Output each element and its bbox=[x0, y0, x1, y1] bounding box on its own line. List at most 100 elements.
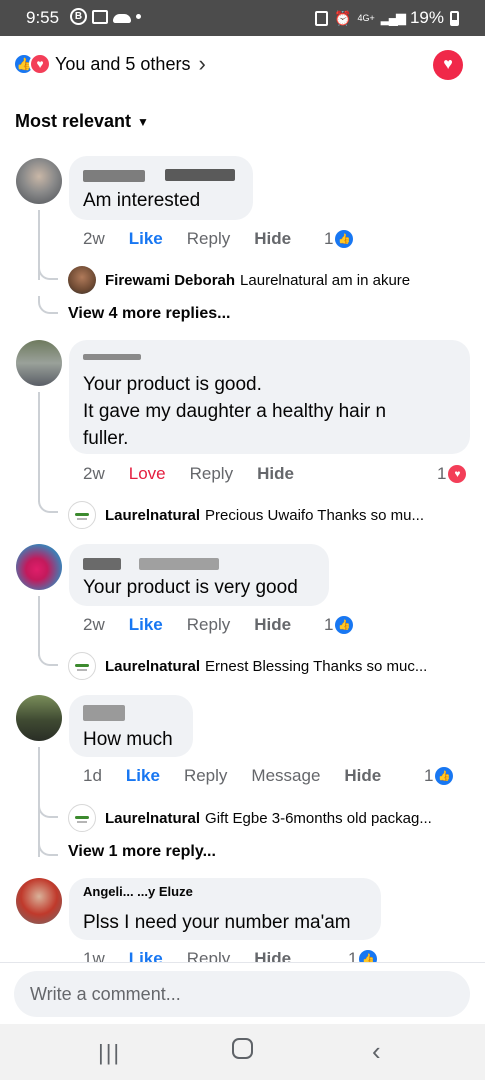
comment-text: How much bbox=[83, 729, 173, 750]
reply-avatar bbox=[68, 266, 96, 294]
comment-time: 1d bbox=[83, 766, 102, 785]
comment-time: 2w bbox=[83, 615, 105, 634]
battery-icon bbox=[450, 10, 459, 26]
reaction-count[interactable]: 1 👍 bbox=[424, 766, 454, 786]
reply-author: Laurelnatural bbox=[105, 657, 201, 675]
reaction-count[interactable]: 1 👍 bbox=[324, 229, 354, 249]
thread-line bbox=[38, 392, 40, 502]
comment-bubble: Angeli... ...y Eluze Plss I need your nu… bbox=[69, 878, 381, 940]
reply-author: Firewami Deborah bbox=[105, 271, 236, 289]
thread-connector bbox=[38, 296, 58, 314]
recent-apps-icon[interactable]: ||| bbox=[98, 1040, 121, 1066]
reply-preview[interactable]: Laurelnatural Precious Uwaifo Thanks so … bbox=[68, 501, 424, 529]
comment-actions: 2w Love Reply Hide bbox=[83, 464, 318, 484]
thread-connector bbox=[38, 648, 58, 666]
reactions-summary-text: You and 5 others bbox=[55, 53, 191, 74]
commenter-name-redacted[interactable] bbox=[83, 354, 141, 360]
thread-connector bbox=[38, 495, 58, 513]
comment-text: Your product is very good bbox=[83, 577, 298, 598]
reply-preview[interactable]: Firewami Deborah Laurelnatural am in aku… bbox=[68, 266, 410, 294]
avatar[interactable] bbox=[16, 158, 62, 204]
commenter-name-redacted bbox=[139, 558, 219, 570]
hide-button[interactable]: Hide bbox=[344, 766, 381, 786]
reply-text: Precious Uwaifo Thanks so mu... bbox=[205, 506, 425, 524]
thread-line bbox=[38, 596, 40, 656]
commenter-name-partial[interactable]: Angeli... ...y Eluze bbox=[83, 884, 193, 899]
chevron-right-icon: › bbox=[198, 51, 206, 76]
status-time: 9:55 bbox=[26, 8, 60, 27]
comment-actions: 2w Like Reply Hide bbox=[83, 615, 315, 635]
system-icons: ⏰ 4G+ ▂▄▆ 19% bbox=[315, 8, 459, 28]
comment-input[interactable]: Write a comment... bbox=[14, 971, 470, 1017]
reaction-count-number: 1 bbox=[424, 766, 434, 785]
chevron-down-icon: ▼ bbox=[137, 114, 149, 129]
laurelnatural-logo-avatar bbox=[68, 804, 96, 832]
reply-text: Gift Egbe 3-6months old packag... bbox=[205, 809, 432, 827]
reaction-count[interactable]: 1 ♥ bbox=[437, 464, 467, 484]
back-icon[interactable]: ‹ bbox=[372, 1036, 381, 1067]
reply-button[interactable]: Reply bbox=[184, 766, 227, 786]
comment-text: Plss I need your number ma'am bbox=[83, 912, 351, 933]
cloud-icon bbox=[113, 13, 131, 23]
reaction-count-number: 1 bbox=[324, 615, 334, 634]
comment-bubble: Your product is very good bbox=[69, 544, 329, 606]
network-type: 4G+ bbox=[357, 12, 375, 23]
gallery-notification-icon bbox=[92, 9, 108, 24]
thread-connector bbox=[38, 262, 58, 280]
status-bar: 9:55 B ⏰ 4G+ ▂▄▆ 19% bbox=[0, 0, 485, 36]
like-button[interactable]: Like bbox=[129, 229, 163, 249]
sort-dropdown[interactable]: Most relevant ▼ bbox=[15, 111, 149, 132]
system-navigation-bar: ||| ‹ bbox=[0, 1024, 485, 1080]
comment-actions: 2w Like Reply Hide bbox=[83, 229, 315, 249]
reply-author: Laurelnatural bbox=[105, 506, 201, 524]
love-reaction-icon: ♥ bbox=[29, 53, 51, 75]
sort-label: Most relevant bbox=[15, 111, 132, 131]
reaction-count-number: 1 bbox=[437, 464, 447, 483]
notification-icons: B bbox=[70, 8, 141, 25]
lock-icon bbox=[315, 10, 329, 26]
avatar[interactable] bbox=[16, 695, 62, 741]
comment-bubble: How much bbox=[69, 695, 193, 757]
battery-percent: 19% bbox=[409, 8, 444, 27]
reply-author: Laurelnatural bbox=[105, 809, 201, 827]
view-more-replies[interactable]: View 1 more reply... bbox=[68, 843, 216, 861]
comment-composer-bar: Write a comment... bbox=[0, 962, 485, 1024]
like-reaction-icon: 👍 bbox=[335, 230, 354, 248]
reply-text: Ernest Blessing Thanks so muc... bbox=[205, 657, 428, 675]
laurelnatural-logo-avatar bbox=[68, 652, 96, 680]
reply-preview[interactable]: Laurelnatural Gift Egbe 3-6months old pa… bbox=[68, 804, 432, 832]
reply-button[interactable]: Reply bbox=[190, 464, 233, 484]
avatar[interactable] bbox=[16, 878, 62, 924]
signal-icon: ▂▄▆ bbox=[380, 10, 406, 25]
avatar[interactable] bbox=[16, 544, 62, 590]
like-reaction-icon: 👍 bbox=[335, 616, 354, 634]
comment-time: 2w bbox=[83, 229, 105, 248]
comment-actions: 1d Like Reply Message Hide bbox=[83, 766, 405, 786]
like-button[interactable]: Like bbox=[126, 766, 160, 786]
hide-button[interactable]: Hide bbox=[254, 615, 291, 635]
reply-button[interactable]: Reply bbox=[187, 615, 230, 635]
hide-button[interactable]: Hide bbox=[257, 464, 294, 484]
comment-text: Am interested bbox=[83, 190, 201, 211]
love-button[interactable]: Love bbox=[129, 464, 166, 484]
commenter-name-redacted[interactable] bbox=[83, 170, 145, 182]
commenter-name-redacted[interactable] bbox=[83, 705, 125, 721]
comment-bubble: Your product is good. It gave my daughte… bbox=[69, 340, 470, 454]
reply-preview[interactable]: Laurelnatural Ernest Blessing Thanks so … bbox=[68, 652, 427, 680]
reply-button[interactable]: Reply bbox=[187, 229, 230, 249]
comment-bubble: Am interested bbox=[69, 156, 253, 220]
love-react-button[interactable]: ♥ bbox=[433, 50, 463, 80]
thread-connector bbox=[38, 800, 58, 818]
comment-text: Your product is good. It gave my daughte… bbox=[83, 374, 387, 449]
like-button[interactable]: Like bbox=[129, 615, 163, 635]
avatar[interactable] bbox=[16, 340, 62, 386]
reactions-summary[interactable]: 👍 ♥ You and 5 others › bbox=[13, 51, 206, 76]
reaction-count[interactable]: 1 👍 bbox=[324, 615, 354, 635]
more-notifications-dot-icon bbox=[136, 14, 141, 19]
commenter-name-redacted[interactable] bbox=[83, 558, 121, 570]
home-icon[interactable] bbox=[232, 1038, 253, 1059]
hide-button[interactable]: Hide bbox=[254, 229, 291, 249]
message-button[interactable]: Message bbox=[251, 766, 320, 786]
view-more-replies[interactable]: View 4 more replies... bbox=[68, 305, 230, 323]
commenter-name-redacted bbox=[165, 169, 235, 181]
